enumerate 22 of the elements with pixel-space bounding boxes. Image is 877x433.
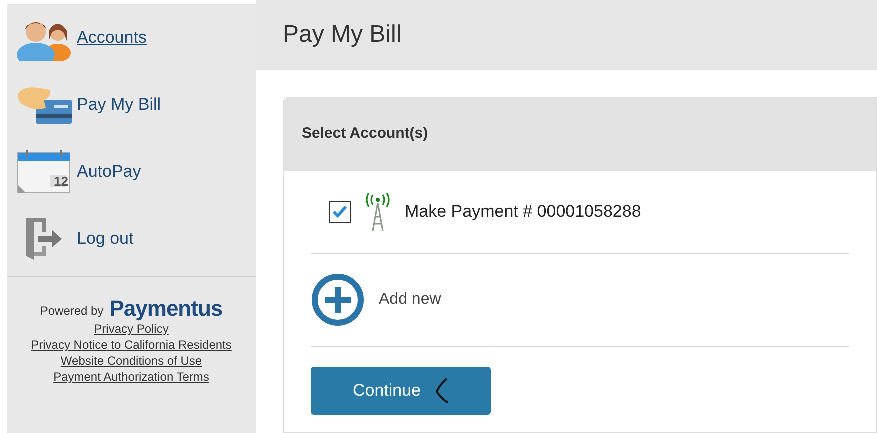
calendar-icon [16, 148, 72, 194]
add-new-link[interactable]: Add new [379, 288, 442, 312]
sidebar-link[interactable]: Log out [77, 226, 134, 252]
sidebar-link[interactable]: Accounts [77, 24, 147, 50]
checkbox[interactable] [329, 201, 351, 223]
brand-logo: Paymentus [110, 297, 223, 321]
add-icon[interactable] [311, 273, 365, 327]
calendar-day: 12 [54, 174, 68, 188]
page-title: Pay My Bill [283, 20, 402, 50]
footer-link[interactable]: Privacy Policy [94, 321, 169, 337]
antenna-tower-icon [365, 193, 391, 231]
card-title: Select Account(s) [302, 124, 428, 144]
footer-link[interactable]: Payment Authorization Terms [54, 369, 210, 385]
sidebar-link[interactable]: AutoPay [77, 158, 142, 184]
check-icon [332, 205, 348, 219]
chevron-left-icon [435, 378, 450, 404]
continue-button[interactable]: Continue [311, 367, 491, 415]
footer-link[interactable]: Privacy Notice to California Residents [31, 337, 232, 353]
account-label: Make Payment # 00001058288 [405, 201, 642, 224]
sidebar-link[interactable]: Pay My Bill [77, 92, 162, 118]
footer-link[interactable]: Website Conditions of Use [60, 353, 202, 369]
powered-by-text: Powered by [40, 303, 104, 319]
